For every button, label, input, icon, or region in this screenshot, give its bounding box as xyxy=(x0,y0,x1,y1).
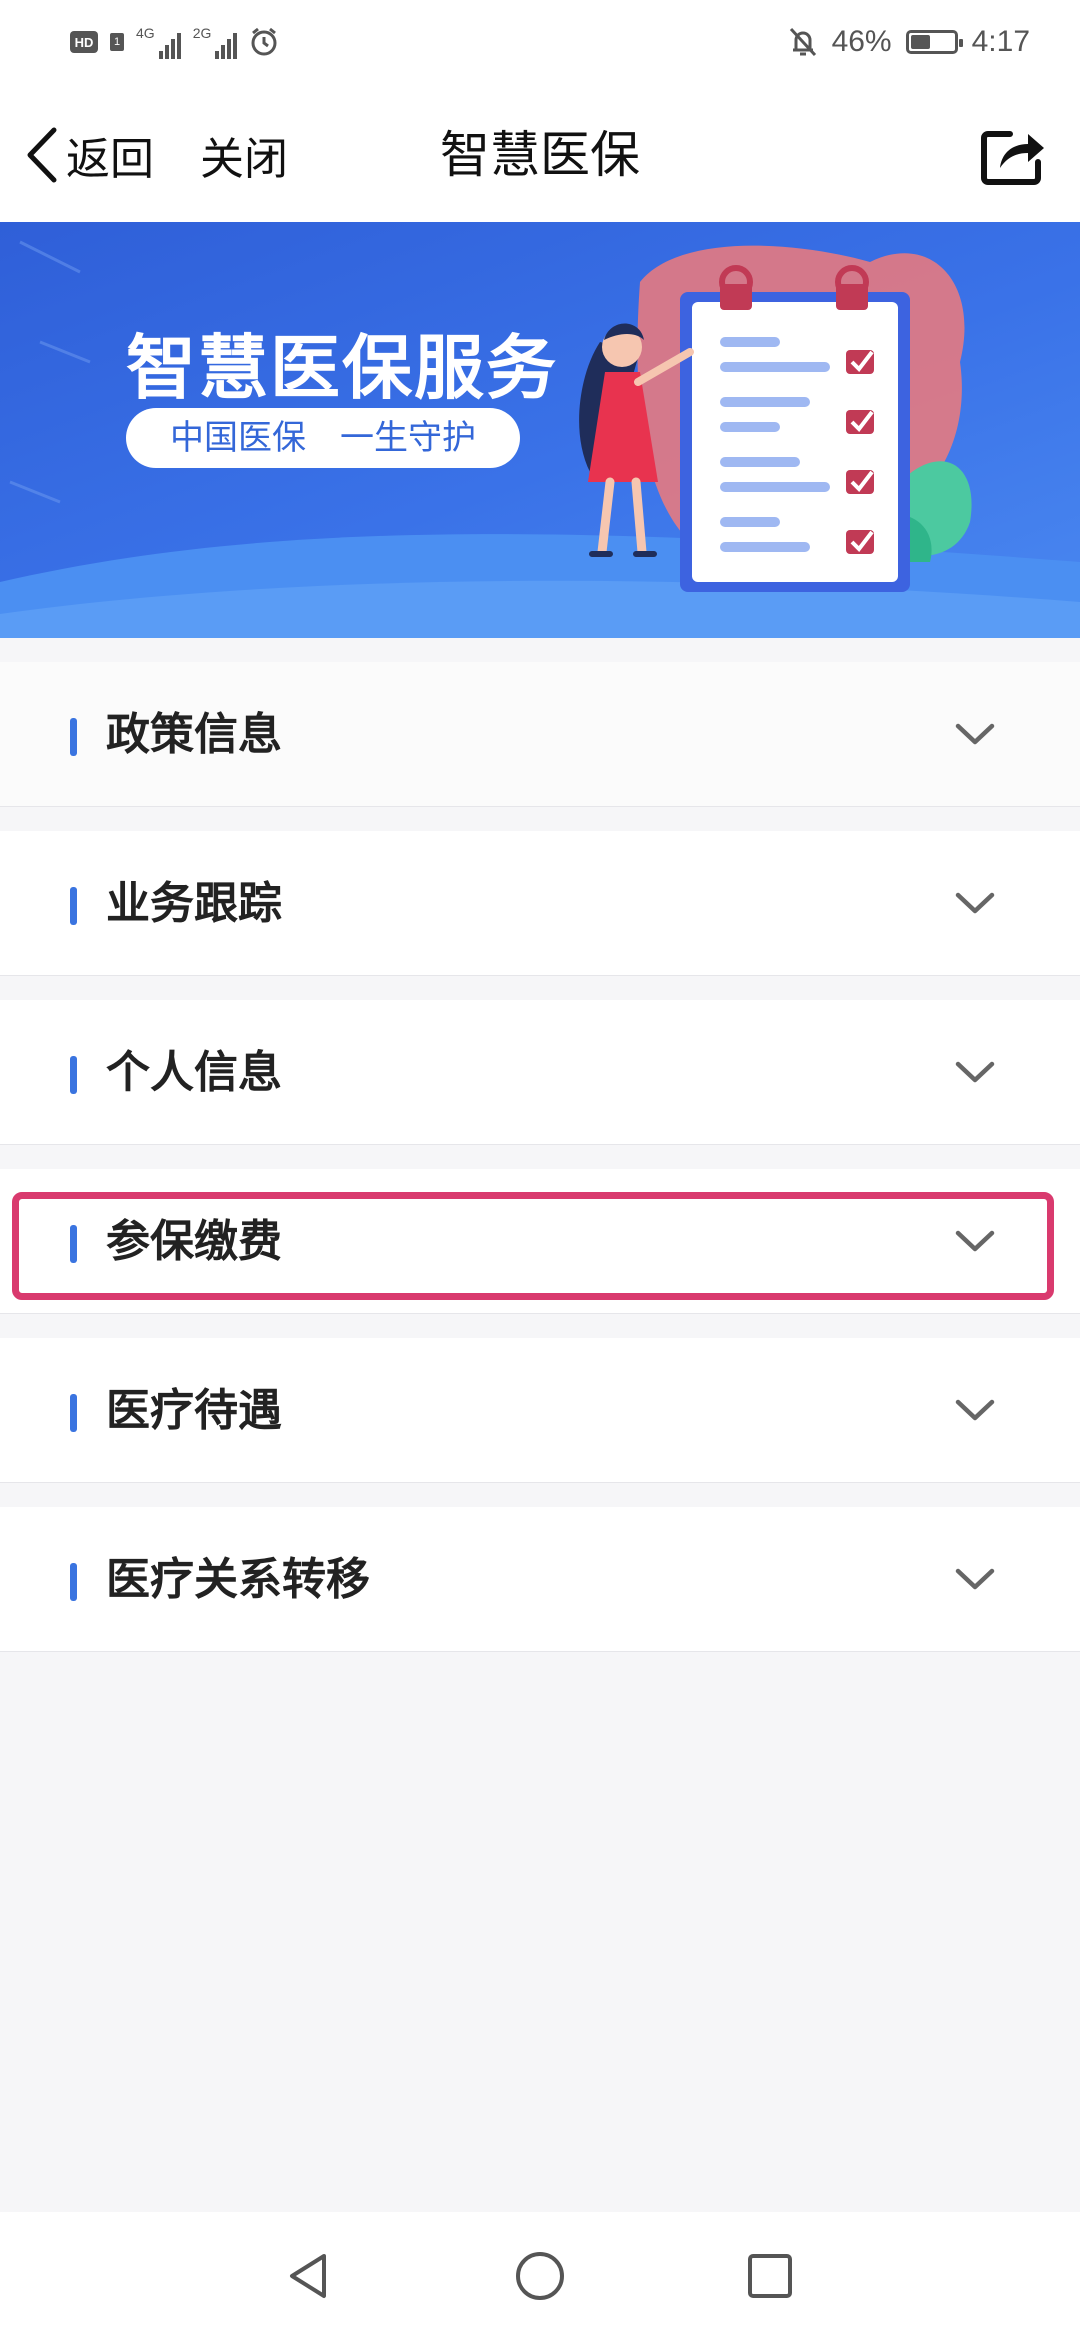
menu-item-accent xyxy=(70,718,77,756)
home-circle-icon[interactable] xyxy=(512,2248,568,2304)
menu-item-accent xyxy=(70,887,77,925)
battery-percent: 46% xyxy=(831,25,892,58)
network-2g-label: 2G xyxy=(192,25,212,41)
hd-badge: HD xyxy=(70,31,98,53)
chevron-down-icon xyxy=(955,892,995,914)
menu-item-label: 业务跟踪 xyxy=(106,878,282,929)
menu-item-label: 政策信息 xyxy=(106,709,282,760)
menu-item-label: 医疗待遇 xyxy=(106,1385,282,1436)
menu-item-business-tracking[interactable]: 业务跟踪 xyxy=(0,831,1080,976)
chevron-down-icon xyxy=(955,1568,995,1590)
status-left: HD 1 4G 2G xyxy=(70,22,279,62)
menu-item-medical-transfer[interactable]: 医疗关系转移 xyxy=(0,1507,1080,1652)
recents-square-icon[interactable] xyxy=(742,2248,798,2304)
signal-2g-icon: 2G xyxy=(193,25,238,59)
menu-item-accent xyxy=(70,1056,77,1094)
highlight-box xyxy=(12,1192,1054,1300)
banner-title: 智慧医保服务 xyxy=(126,327,558,409)
mute-icon xyxy=(789,27,816,57)
banner-slogan: 中国医保 一生守护 xyxy=(126,408,520,468)
navigation-bar: 返回 关闭 智慧医保 xyxy=(0,88,1080,223)
banner: 智慧医保服务 中国医保 一生守护 xyxy=(0,222,1080,638)
battery-icon xyxy=(905,30,963,54)
battery-level-fill xyxy=(910,35,930,49)
menu-list: 政策信息 业务跟踪 个人信息 参保缴费 医疗待遇 医疗关系转移 xyxy=(0,662,1080,1676)
alarm-icon xyxy=(251,27,277,56)
share-icon[interactable] xyxy=(980,124,1046,186)
menu-item-label: 个人信息 xyxy=(106,1047,282,1098)
system-navigation-bar xyxy=(0,2212,1080,2340)
menu-item-personal-info[interactable]: 个人信息 xyxy=(0,1000,1080,1145)
chevron-down-icon xyxy=(955,1399,995,1421)
menu-item-policy-info[interactable]: 政策信息 xyxy=(0,662,1080,807)
checklist-illustration xyxy=(579,245,972,592)
back-triangle-icon[interactable] xyxy=(282,2248,338,2304)
status-right: 46% 4:17 xyxy=(788,20,1030,64)
menu-item-accent xyxy=(70,1394,77,1432)
network-4g-label: 4G xyxy=(136,25,155,41)
menu-item-accent xyxy=(70,1563,77,1601)
chevron-down-icon xyxy=(955,723,995,745)
sim-number: 1 xyxy=(110,33,124,51)
menu-item-label: 医疗关系转移 xyxy=(106,1554,370,1605)
chevron-down-icon xyxy=(955,1061,995,1083)
menu-item-medical-benefits[interactable]: 医疗待遇 xyxy=(0,1338,1080,1483)
page-title: 智慧医保 xyxy=(440,126,640,184)
status-bar: HD 1 4G 2G 46% 4:17 xyxy=(0,0,1080,88)
clock: 4:17 xyxy=(971,25,1030,58)
signal-4g-icon: 4G xyxy=(136,25,181,59)
